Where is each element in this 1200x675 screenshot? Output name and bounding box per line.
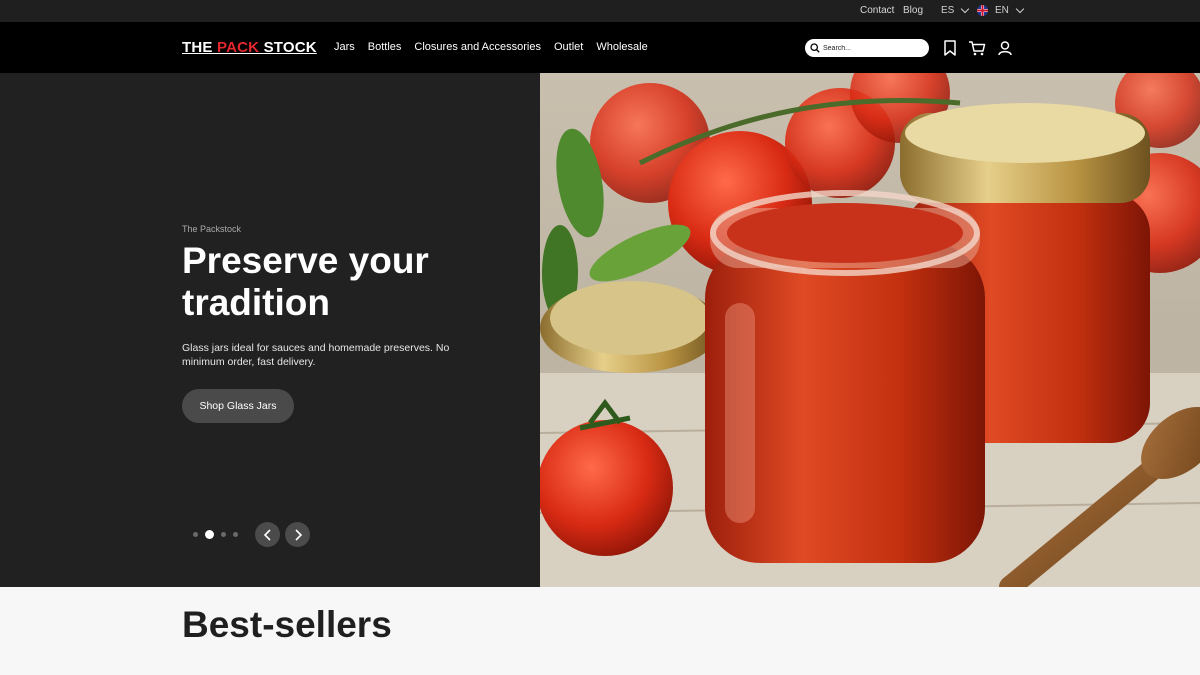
nav-item-closures[interactable]: Closures and Accessories bbox=[414, 41, 541, 53]
chevron-left-icon bbox=[263, 528, 271, 541]
search-icon bbox=[810, 43, 820, 53]
utility-bar: Contact Blog ES EN bbox=[0, 0, 1200, 22]
blog-link[interactable]: Blog bbox=[903, 5, 923, 16]
carousel-dot-active[interactable] bbox=[205, 530, 214, 539]
search-input[interactable] bbox=[823, 44, 923, 52]
carousel-dot[interactable] bbox=[193, 532, 198, 537]
carousel-dot[interactable] bbox=[233, 532, 238, 537]
hero-description: Glass jars ideal for sauces and homemade… bbox=[182, 342, 450, 368]
logo-text-the: THE bbox=[182, 39, 213, 56]
nav-item-wholesale[interactable]: Wholesale bbox=[596, 41, 647, 53]
chevron-down-icon bbox=[961, 4, 970, 13]
main-nav: Jars Bottles Closures and Accessories Ou… bbox=[334, 41, 648, 53]
nav-item-jars[interactable]: Jars bbox=[334, 41, 355, 53]
chevron-down-icon bbox=[1015, 4, 1025, 13]
logo-text-pack: PACK bbox=[216, 39, 260, 56]
tomato-jars-photo bbox=[540, 73, 1200, 587]
lang-es-label: ES bbox=[941, 5, 955, 16]
lang-en-label: EN bbox=[995, 5, 1009, 16]
nav-item-bottles[interactable]: Bottles bbox=[368, 41, 402, 53]
cart-icon[interactable] bbox=[968, 39, 986, 57]
carousel-prev-button[interactable] bbox=[255, 522, 280, 547]
nav-item-outlet[interactable]: Outlet bbox=[554, 41, 583, 53]
contact-link[interactable]: Contact bbox=[860, 5, 894, 16]
language-selector-es[interactable]: ES bbox=[941, 4, 970, 16]
logo-text-stock: STOCK bbox=[263, 39, 317, 56]
carousel-dots bbox=[193, 530, 238, 539]
hero-eyebrow: The Packstock bbox=[182, 224, 242, 234]
bookmark-icon[interactable] bbox=[941, 39, 959, 57]
chevron-right-icon bbox=[294, 528, 302, 541]
main-header: THE PACK STOCK Jars Bottles Closures and… bbox=[0, 22, 1200, 73]
carousel-next-button[interactable] bbox=[285, 522, 310, 547]
bestsellers-title: Best-sellers bbox=[182, 604, 392, 645]
search-box[interactable] bbox=[805, 39, 929, 57]
hero-image bbox=[540, 73, 1200, 587]
hero-headline: Preserve your tradition bbox=[182, 240, 429, 323]
shop-glass-jars-button[interactable]: Shop Glass Jars bbox=[182, 389, 294, 423]
carousel-dot[interactable] bbox=[221, 532, 226, 537]
language-selector-en[interactable]: EN bbox=[977, 4, 1025, 16]
user-icon[interactable] bbox=[996, 39, 1014, 57]
hero-panel bbox=[0, 73, 540, 587]
uk-flag-icon bbox=[977, 5, 988, 16]
site-logo[interactable]: THE PACK STOCK bbox=[182, 39, 317, 56]
